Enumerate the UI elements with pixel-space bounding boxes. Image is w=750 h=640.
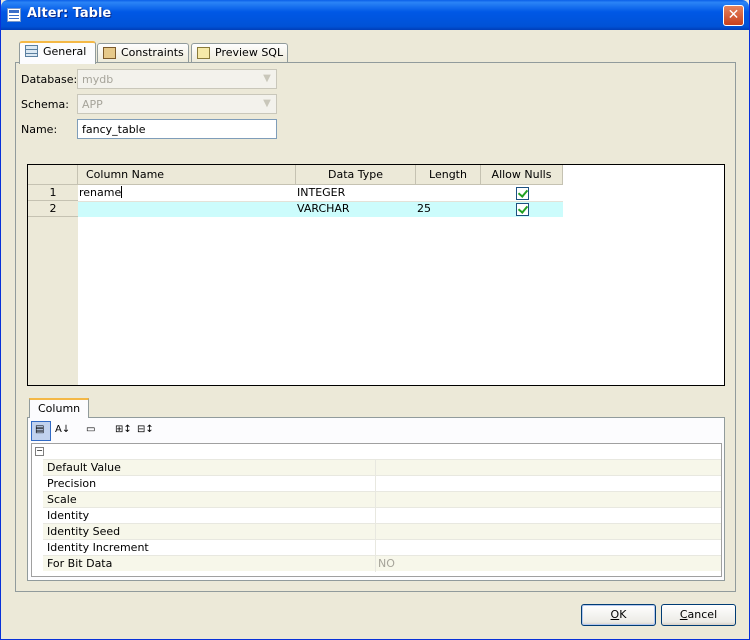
- property-divider: [375, 460, 376, 476]
- close-icon: ✕: [727, 7, 740, 23]
- schema-value: APP: [82, 98, 103, 111]
- constraints-icon: [103, 47, 116, 59]
- tab-column[interactable]: Column: [29, 398, 90, 418]
- tab-general-label: General: [43, 45, 87, 58]
- property-row[interactable]: Identity Increment: [43, 539, 721, 556]
- close-button[interactable]: ✕: [723, 5, 744, 26]
- chevron-down-icon[interactable]: ▼: [259, 96, 275, 112]
- header-data-type[interactable]: Data Type: [296, 165, 416, 185]
- cancel-button[interactable]: Cancel: [661, 604, 736, 626]
- property-name: Default Value: [47, 461, 121, 474]
- expand-all-icon: ⊞↕: [115, 424, 132, 435]
- property-divider: [375, 508, 376, 524]
- title-bar[interactable]: Alter: Table ✕: [1, 0, 749, 30]
- property-row[interactable]: Identity: [43, 507, 721, 524]
- property-row[interactable]: Scale: [43, 491, 721, 508]
- header-column-name[interactable]: Column Name: [78, 165, 296, 185]
- cell-length[interactable]: 25: [416, 201, 481, 217]
- database-combo[interactable]: mydb ▼: [77, 69, 277, 89]
- collapse-all-button[interactable]: ⊟↕: [135, 421, 155, 441]
- ok-mnemonic: O: [610, 608, 620, 621]
- text-caret: [121, 186, 123, 198]
- tab-general[interactable]: General: [19, 41, 96, 64]
- property-divider: [375, 540, 376, 556]
- property-row[interactable]: For Bit Data NO: [43, 555, 721, 572]
- grid-corner-header: [28, 165, 78, 185]
- tab-preview-sql-label: Preview SQL: [215, 46, 284, 59]
- cell-length[interactable]: [416, 185, 481, 201]
- expand-all-button[interactable]: ⊞↕: [113, 421, 133, 441]
- alter-table-dialog: Alter: Table ✕ General Constraints Previ…: [0, 0, 750, 640]
- property-name: For Bit Data: [47, 557, 113, 570]
- cell-data-type[interactable]: VARCHAR: [296, 201, 416, 217]
- cell-text: rename: [79, 186, 122, 199]
- property-value[interactable]: NO: [378, 557, 395, 570]
- table-grid-icon: [25, 45, 38, 57]
- window-title: Alter: Table: [27, 6, 112, 21]
- ok-button[interactable]: OK: [581, 604, 656, 626]
- row-number[interactable]: 1: [28, 185, 78, 201]
- property-name: Identity: [47, 509, 90, 522]
- chevron-down-icon[interactable]: ▼: [259, 71, 275, 87]
- property-row[interactable]: Default Value: [43, 459, 721, 476]
- allow-nulls-checkbox[interactable]: [516, 203, 529, 216]
- cell-column-name[interactable]: rename: [78, 185, 296, 201]
- property-name: Precision: [47, 477, 97, 490]
- property-name: Scale: [47, 493, 77, 506]
- row-number[interactable]: 2: [28, 201, 78, 217]
- ok-label: K: [619, 608, 627, 621]
- collapse-all-icon: ⊟↕: [137, 424, 154, 435]
- sql-script-icon: [197, 47, 210, 59]
- property-divider: [375, 524, 376, 540]
- database-label: Database:: [21, 73, 78, 86]
- property-divider: [375, 492, 376, 508]
- tab-constraints-label: Constraints: [121, 46, 184, 59]
- schema-combo[interactable]: APP ▼: [77, 94, 277, 114]
- sort-az-icon: A↓: [55, 424, 71, 435]
- schema-label: Schema:: [21, 98, 69, 111]
- cell-data-type[interactable]: INTEGER: [296, 185, 416, 201]
- categorized-view-button[interactable]: ▤: [31, 421, 51, 441]
- property-divider: [375, 476, 376, 492]
- header-length[interactable]: Length: [416, 165, 481, 185]
- cell-column-name[interactable]: [78, 201, 296, 217]
- property-name: Identity Increment: [47, 541, 149, 554]
- header-allow-nulls[interactable]: Allow Nulls: [481, 165, 563, 185]
- columns-grid[interactable]: Column Name Data Type Length Allow Nulls…: [27, 164, 725, 386]
- property-pages-button[interactable]: ▭: [83, 421, 103, 441]
- property-divider: [375, 556, 376, 572]
- tab-preview-sql[interactable]: Preview SQL: [191, 43, 288, 63]
- table-window-icon: [7, 8, 21, 22]
- collapse-category-icon[interactable]: −: [35, 447, 44, 456]
- property-row[interactable]: Precision: [43, 475, 721, 492]
- property-row[interactable]: Identity Seed: [43, 523, 721, 540]
- allow-nulls-checkbox[interactable]: [516, 187, 529, 200]
- database-value: mydb: [82, 73, 114, 86]
- cancel-mnemonic: C: [679, 608, 688, 621]
- cancel-label: ancel: [687, 608, 718, 621]
- property-pages-icon: ▭: [86, 424, 96, 435]
- sort-alphabetical-button[interactable]: A↓: [53, 421, 73, 441]
- name-label: Name:: [21, 123, 58, 136]
- categorized-icon: ▤: [35, 424, 45, 435]
- property-name: Identity Seed: [47, 525, 121, 538]
- table-name-input[interactable]: fancy_table: [77, 119, 277, 139]
- tab-constraints[interactable]: Constraints: [97, 43, 189, 63]
